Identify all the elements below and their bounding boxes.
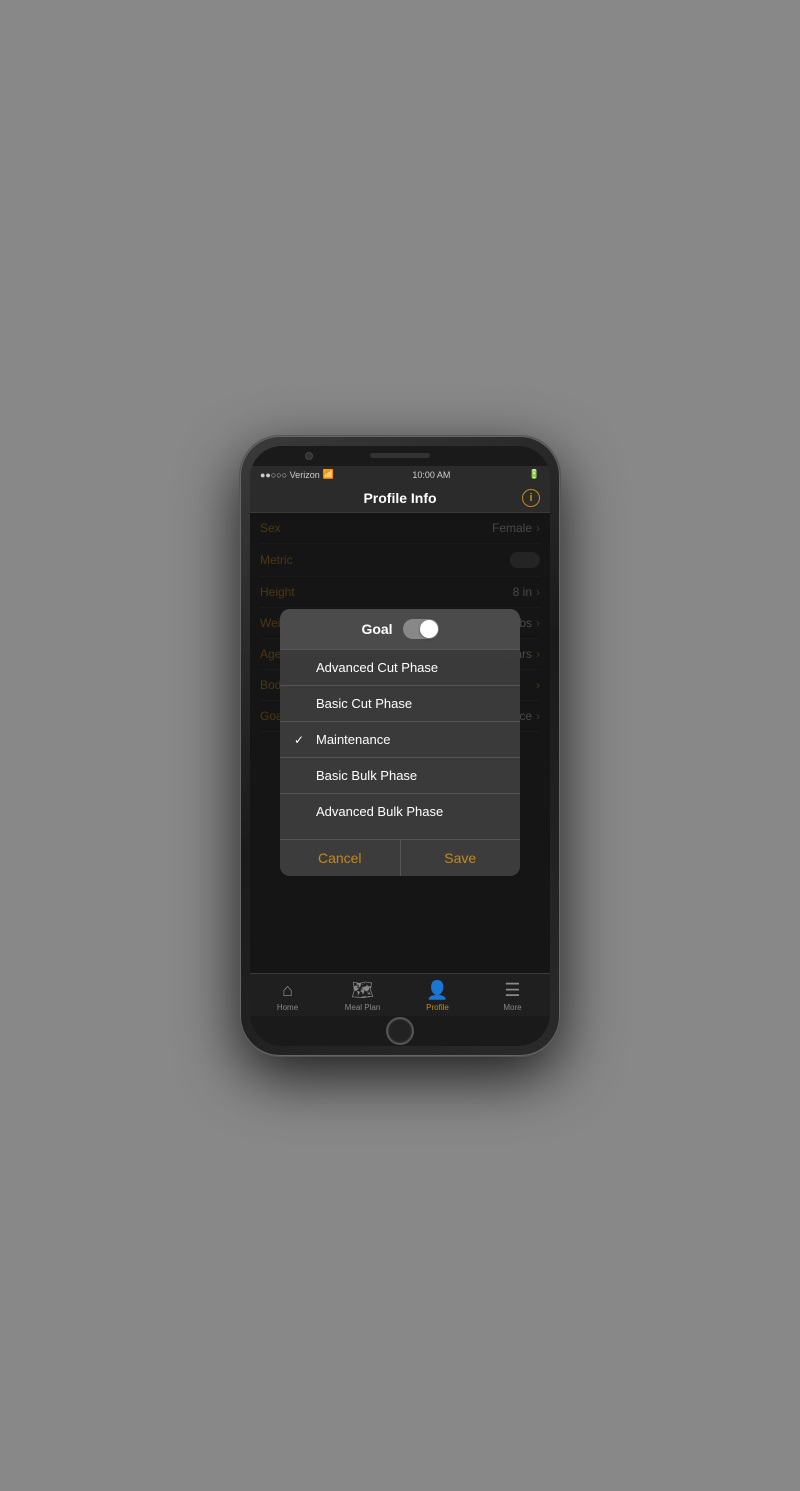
option-basic-bulk-label: Basic Bulk Phase (316, 768, 417, 783)
option-advanced-cut[interactable]: Advanced Cut Phase (280, 650, 520, 686)
info-button[interactable]: i (522, 489, 540, 507)
option-basic-bulk[interactable]: Basic Bulk Phase (280, 758, 520, 794)
home-label: Home (277, 1003, 298, 1012)
checkmark-maintenance: ✓ (294, 733, 308, 747)
option-maintenance-label: Maintenance (316, 732, 390, 747)
dialog-title: Goal (361, 621, 392, 637)
phone-notch (250, 446, 550, 466)
save-button[interactable]: Save (401, 840, 521, 876)
option-advanced-cut-label: Advanced Cut Phase (316, 660, 438, 675)
status-right: 🔋 (529, 469, 540, 480)
battery-icon: 🔋 (529, 469, 540, 480)
dialog-header: Goal (280, 609, 520, 650)
more-icon: ☰ (504, 980, 520, 1001)
home-button[interactable] (386, 1017, 414, 1045)
more-label: More (503, 1003, 521, 1012)
goal-options-list: Advanced Cut Phase Basic Cut Phase ✓ Mai… (280, 650, 520, 829)
tab-meal-plan[interactable]: 🗺 Meal Plan (325, 980, 400, 1012)
option-basic-cut-label: Basic Cut Phase (316, 696, 412, 711)
wifi-icon: 📶 (323, 469, 334, 480)
screen-content: Sex Female › Metric Height 8 in › (250, 513, 550, 973)
tab-profile[interactable]: 👤 Profile (400, 980, 475, 1012)
profile-label: Profile (426, 1003, 449, 1012)
cancel-button[interactable]: Cancel (280, 840, 401, 876)
speaker (370, 453, 430, 458)
phone-device: ●●○○○ Verizon 📶 10:00 AM 🔋 Profile Info … (240, 436, 560, 1056)
meal-plan-icon: 🗺 (351, 980, 374, 1001)
carrier-text: ●●○○○ Verizon (260, 470, 320, 480)
nav-bar: Profile Info i (250, 484, 550, 513)
option-advanced-bulk-label: Advanced Bulk Phase (316, 804, 443, 819)
status-bar: ●●○○○ Verizon 📶 10:00 AM 🔋 (250, 466, 550, 484)
home-icon: ⌂ (282, 980, 293, 1001)
status-time: 10:00 AM (412, 470, 450, 480)
profile-icon: 👤 (426, 980, 448, 1001)
toggle-knob (420, 620, 438, 638)
option-advanced-bulk[interactable]: Advanced Bulk Phase (280, 794, 520, 829)
camera (305, 452, 313, 460)
dialog-actions: Cancel Save (280, 839, 520, 876)
dialog-overlay: Goal Advanced Cut Phase Basi (250, 513, 550, 973)
option-basic-cut[interactable]: Basic Cut Phase (280, 686, 520, 722)
option-maintenance[interactable]: ✓ Maintenance (280, 722, 520, 758)
status-left: ●●○○○ Verizon 📶 (260, 469, 334, 480)
meal-plan-label: Meal Plan (345, 1003, 381, 1012)
tab-bar: ⌂ Home 🗺 Meal Plan 👤 Profile ☰ More (250, 973, 550, 1016)
goal-dialog: Goal Advanced Cut Phase Basi (280, 609, 520, 876)
nav-title: Profile Info (363, 490, 436, 506)
dialog-header-toggle[interactable] (403, 619, 439, 639)
tab-more[interactable]: ☰ More (475, 980, 550, 1012)
phone-screen: ●●○○○ Verizon 📶 10:00 AM 🔋 Profile Info … (250, 446, 550, 1046)
home-button-area (250, 1016, 550, 1046)
tab-home[interactable]: ⌂ Home (250, 980, 325, 1012)
